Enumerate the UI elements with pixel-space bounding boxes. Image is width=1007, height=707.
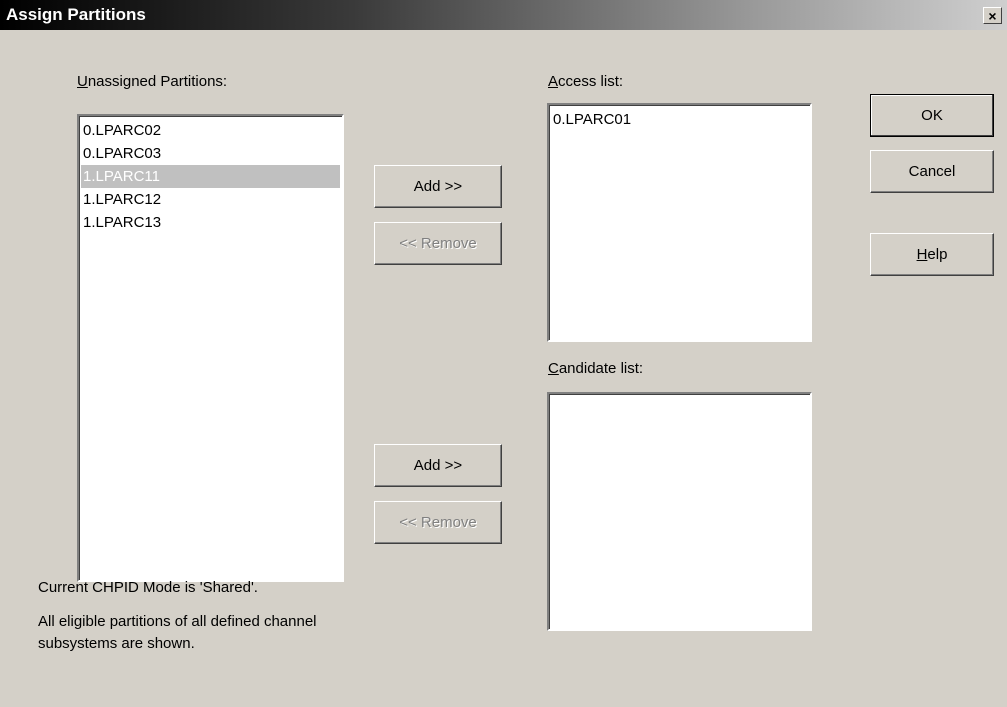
unassigned-partitions-listbox[interactable]: 0.LPARC02 0.LPARC03 1.LPARC11 1.LPARC12 1.LP… (77, 114, 344, 582)
eligible-partitions-note: All eligible partitions of all defined c… (38, 611, 317, 655)
unassigned-partitions-label: Unassigned Partitions: (77, 73, 228, 90)
dialog-title: Assign Partitions (6, 5, 146, 24)
list-item[interactable]: 0.LPARC03 (81, 142, 340, 165)
candidate-listbox[interactable] (547, 392, 812, 631)
list-item[interactable]: 1.LPARC13 (81, 211, 340, 234)
assign-partitions-dialog: Assign Partitions × Unassigned Partition… (0, 0, 1007, 707)
add-to-access-button[interactable]: Add >> (374, 165, 502, 208)
add-to-candidate-button[interactable]: Add >> (374, 444, 502, 487)
title-bar[interactable]: Assign Partitions × (0, 0, 1007, 30)
help-button[interactable]: Help (870, 233, 994, 276)
remove-from-candidate-button[interactable]: << Remove (374, 501, 502, 544)
eligible-note-line-2: subsystems are shown. (38, 635, 195, 652)
list-item[interactable]: 1.LPARC12 (81, 188, 340, 211)
remove-from-access-button[interactable]: << Remove (374, 222, 502, 265)
access-listbox[interactable]: 0.LPARC01 (547, 103, 812, 342)
cancel-button[interactable]: Cancel (870, 150, 994, 193)
list-item[interactable]: 0.LPARC02 (81, 119, 340, 142)
close-icon: × (988, 7, 997, 24)
candidate-list-label: Candidate list: (548, 360, 644, 377)
chpid-mode-text: Current CHPID Mode is 'Shared'. (38, 579, 258, 596)
eligible-note-line-1: All eligible partitions of all defined c… (38, 613, 317, 630)
close-button[interactable]: × (983, 7, 1002, 24)
access-list-label: Access list: (548, 73, 624, 90)
list-item[interactable]: 0.LPARC01 (551, 108, 808, 131)
ok-button[interactable]: OK (870, 94, 994, 137)
list-item[interactable]: 1.LPARC11 (81, 165, 340, 188)
